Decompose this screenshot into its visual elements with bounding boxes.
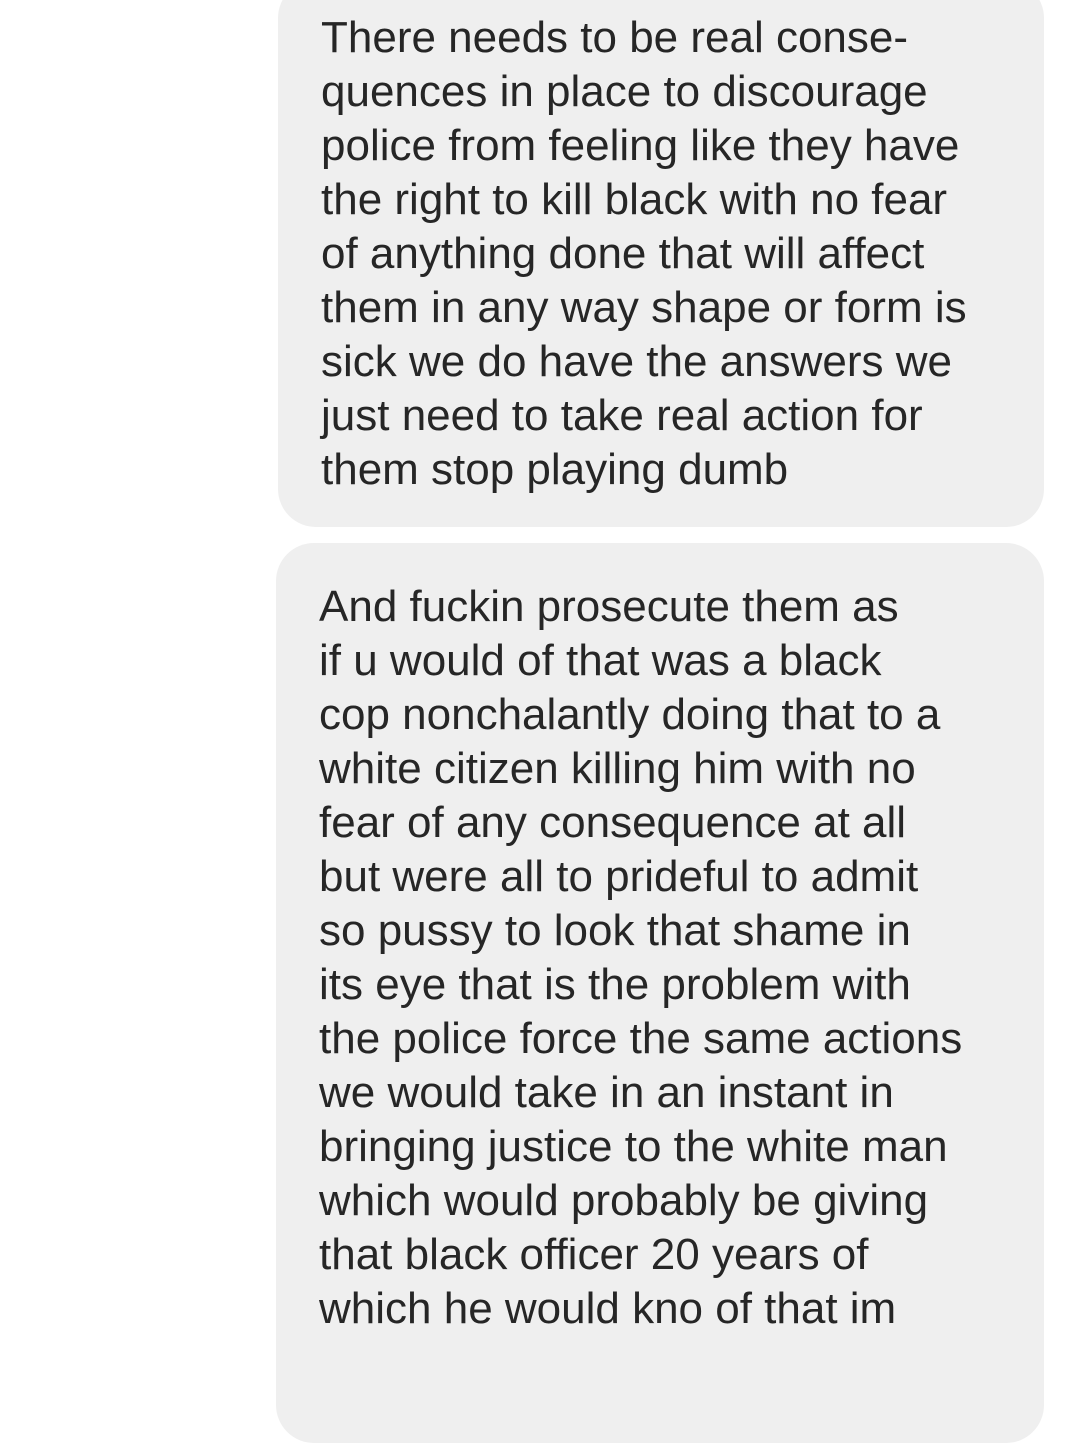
message-line: There needs to be real conse-: [321, 13, 909, 62]
message-line: them stop playing dumb: [321, 445, 789, 494]
message-line: which he would kno of that im: [319, 1284, 897, 1333]
message-bubble[interactable]: And fuckin prosecute them as if u would …: [276, 543, 1044, 1443]
message-line: sick we do have the answers we: [321, 337, 952, 386]
message-line: And fuckin prosecute them as: [319, 582, 899, 631]
message-line: bringing justice to the white man: [319, 1122, 948, 1171]
message-line: but were all to prideful to admit: [319, 852, 919, 901]
message-line: police from feeling like they have: [321, 121, 960, 170]
message-line: its eye that is the problem with: [319, 960, 911, 1009]
message-line: the right to kill black with no fear: [321, 175, 948, 224]
message-line: fear of any consequence at all: [319, 798, 907, 847]
message-line: just need to take real action for: [321, 391, 923, 440]
message-line: if u would of that was a black: [319, 636, 882, 685]
message-line: so pussy to look that shame in: [319, 906, 911, 955]
message-line: white citizen killing him with no: [319, 744, 916, 793]
message-line: quences in place to discourage: [321, 67, 928, 116]
message-line: that black officer 20 years of: [319, 1230, 869, 1279]
message-line: which would probably be giving: [319, 1176, 929, 1225]
message-line: the police force the same actions: [319, 1014, 963, 1063]
message-line: of anything done that will affect: [321, 229, 925, 278]
message-line: them in any way shape or form is: [321, 283, 967, 332]
message-line: cop nonchalantly doing that to a: [319, 690, 941, 739]
message-bubble[interactable]: There needs to be real conse- quences in…: [278, 0, 1044, 527]
message-line: we would take in an instant in: [319, 1068, 894, 1117]
